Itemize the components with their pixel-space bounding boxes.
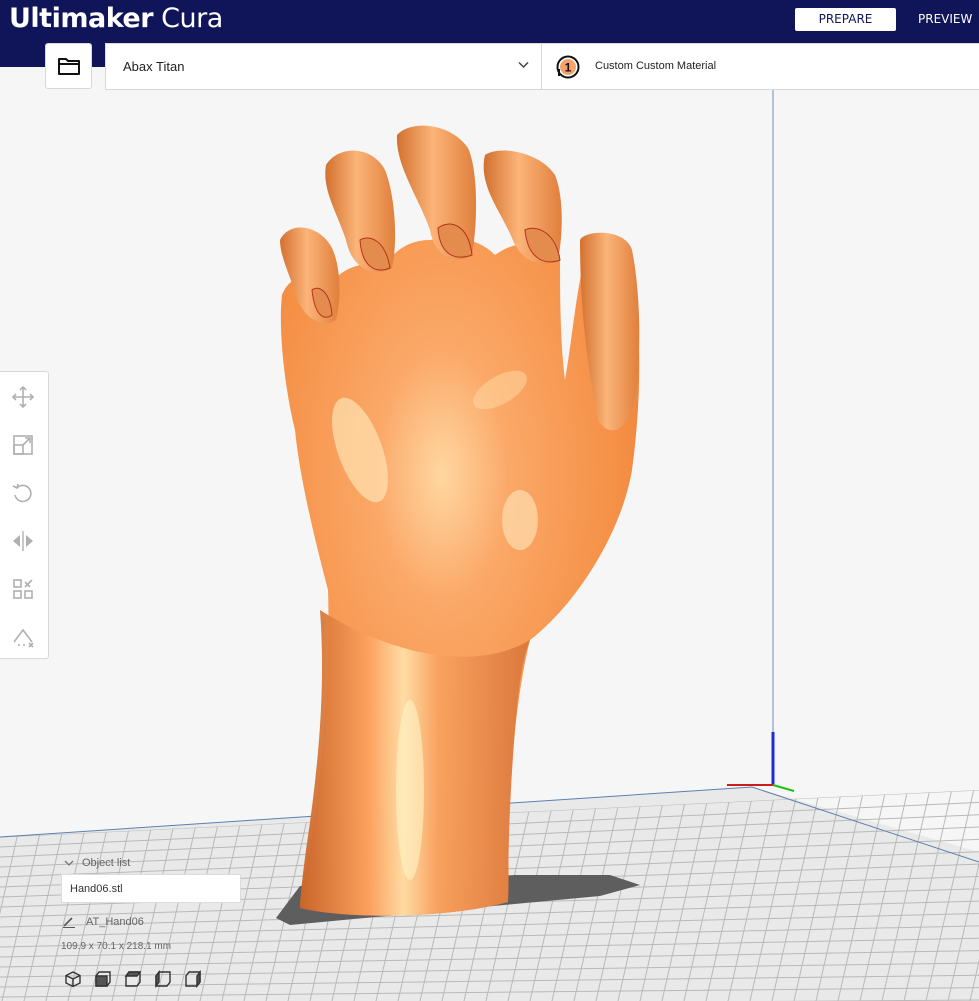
object-name-row[interactable]: AT_Hand06	[62, 916, 144, 929]
open-file-button[interactable]	[45, 43, 92, 89]
app-logo: Ultimaker Cura	[9, 3, 223, 35]
3d-view-icon[interactable]	[64, 970, 82, 988]
front-view-icon[interactable]	[94, 970, 112, 988]
material-selector[interactable]: 1 Custom Custom Material	[541, 43, 979, 90]
left-view-icon[interactable]	[154, 970, 172, 988]
object-dimensions: 109.9 x 70.1 x 218.1 mm	[61, 941, 172, 952]
material-name: Custom Custom Material	[595, 60, 717, 72]
tool-panel	[0, 371, 49, 659]
brand-light: Cura	[161, 3, 223, 34]
mirror-icon[interactable]	[10, 528, 36, 554]
object-list-title: Object list	[82, 857, 131, 869]
top-view-icon[interactable]	[124, 970, 142, 988]
app-header: Ultimaker Cura PREPARE PREVIEW	[0, 0, 979, 42]
stage-preview-button[interactable]: PREVIEW	[918, 8, 979, 31]
stage-prepare-button[interactable]: PREPARE	[795, 8, 896, 31]
rotate-icon[interactable]	[10, 480, 36, 506]
y-axis	[772, 784, 795, 792]
printer-name: Abax Titan	[123, 59, 185, 74]
printer-selector[interactable]: Abax Titan	[105, 43, 542, 90]
per-model-settings-icon[interactable]	[10, 576, 36, 602]
chevron-down-icon	[64, 860, 74, 867]
extruder-icon: 1	[556, 55, 580, 79]
right-view-icon[interactable]	[184, 970, 202, 988]
support-blocker-icon[interactable]	[10, 624, 36, 650]
hand-model	[280, 125, 640, 916]
scale-icon[interactable]	[10, 432, 36, 458]
extruder-number: 1	[565, 61, 572, 75]
object-list-item[interactable]: Hand06.stl	[61, 874, 241, 903]
pencil-icon	[63, 917, 75, 929]
object-list-header[interactable]: Object list	[64, 857, 130, 869]
object-list-panel: Object list Hand06.stl AT_Hand06 109.9 x…	[58, 852, 258, 992]
move-icon[interactable]	[10, 384, 36, 410]
chevron-down-icon	[518, 61, 529, 69]
folder-icon	[58, 58, 80, 75]
object-name: AT_Hand06	[86, 916, 144, 928]
brand-bold: Ultimaker	[9, 3, 154, 34]
